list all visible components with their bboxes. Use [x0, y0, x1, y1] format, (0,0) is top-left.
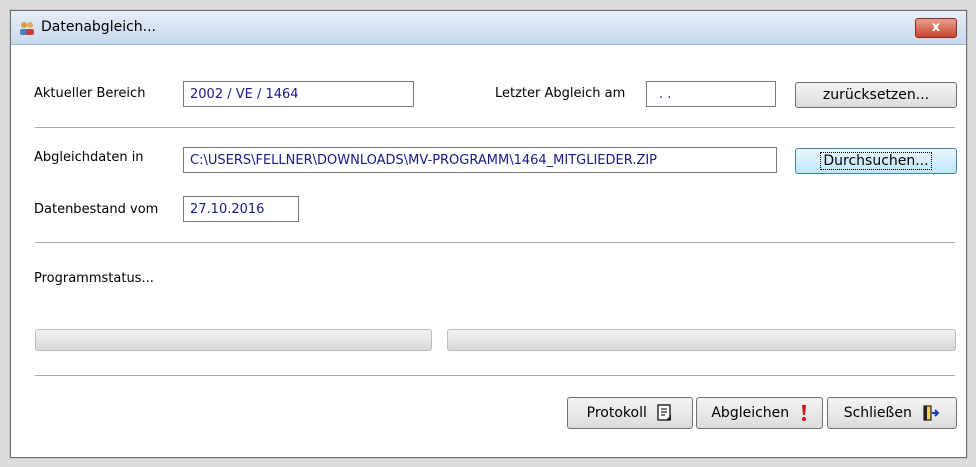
sync-path-field[interactable]: C:\USERS\FELLNER\DOWNLOADS\MV-PROGRAMM\1…	[183, 147, 777, 173]
title-bar[interactable]: Datenabgleich... x	[11, 11, 966, 45]
sync-button[interactable]: Abgleichen	[696, 397, 823, 429]
divider	[35, 242, 955, 244]
document-icon	[657, 404, 672, 421]
exclamation-icon	[801, 405, 806, 421]
dialog-window: Datenabgleich... x Aktueller Bereich 200…	[10, 10, 967, 458]
browse-button-label: Durchsuchen...	[820, 152, 932, 170]
exit-door-icon	[923, 405, 940, 421]
area-field[interactable]: 2002 / VE / 1464	[183, 81, 414, 107]
close-icon: x	[931, 20, 941, 35]
protocol-button-label: Protokoll	[586, 405, 647, 421]
close-button-label: Schließen	[843, 405, 912, 421]
dialog-body: Aktueller Bereich 2002 / VE / 1464 Letzt…	[11, 45, 966, 457]
last-sync-field[interactable]: . .	[646, 81, 776, 107]
sync-data-label: Abgleichdaten in	[34, 150, 144, 165]
close-window-button[interactable]: x	[915, 18, 957, 38]
status-label: Programmstatus...	[34, 271, 154, 286]
dataset-date-field[interactable]: 27.10.2016	[183, 196, 299, 222]
divider	[35, 127, 955, 129]
close-button[interactable]: Schließen	[827, 397, 957, 429]
last-sync-label: Letzter Abgleich am	[495, 86, 626, 101]
users-icon	[20, 22, 34, 35]
dataset-label: Datenbestand vom	[34, 202, 159, 217]
browse-button[interactable]: Durchsuchen...	[795, 148, 957, 174]
area-label: Aktueller Bereich	[34, 86, 146, 101]
sync-button-label: Abgleichen	[711, 405, 790, 421]
divider	[35, 375, 955, 377]
protocol-button[interactable]: Protokoll	[567, 397, 693, 429]
progress-bar-left	[35, 329, 432, 351]
reset-button[interactable]: zurücksetzen...	[795, 82, 957, 108]
window-title: Datenabgleich...	[41, 19, 157, 35]
progress-bar-right	[447, 329, 956, 351]
screen-background: Datenabgleich... x Aktueller Bereich 200…	[0, 0, 976, 467]
